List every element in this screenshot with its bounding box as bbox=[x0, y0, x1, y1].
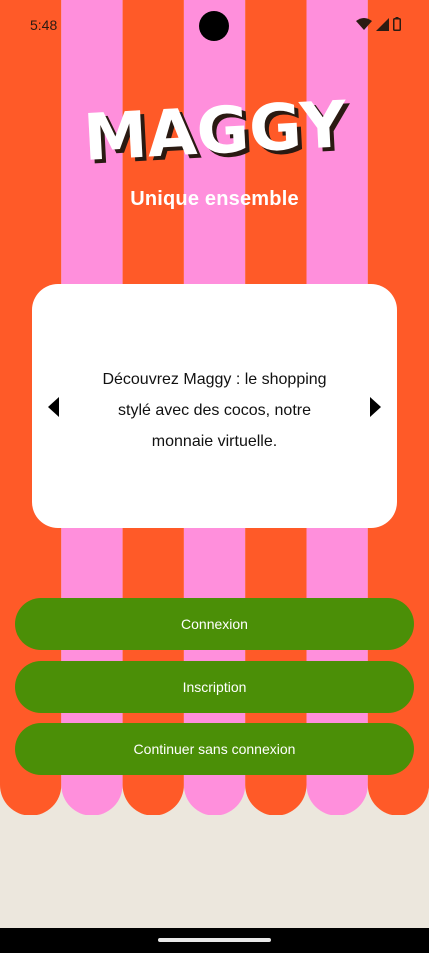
status-time: 5:48 bbox=[30, 17, 58, 33]
gesture-nav-handle[interactable] bbox=[158, 938, 271, 942]
continue-without-login-button[interactable]: Continuer sans connexion bbox=[15, 723, 414, 775]
signup-button[interactable]: Inscription bbox=[15, 661, 414, 713]
signal-icon bbox=[376, 17, 389, 31]
logo-wordmark: MAGGY MAGGY bbox=[81, 88, 353, 179]
app-screen: 5:48 MAGGY MAGGY Unique ensemble Découvr… bbox=[0, 0, 429, 928]
tagline: Unique ensemble bbox=[130, 188, 299, 210]
battery-icon bbox=[393, 17, 401, 31]
onboarding-carousel-card: Découvrez Maggy : le shopping stylé avec… bbox=[32, 284, 397, 528]
svg-text:MAGGY: MAGGY bbox=[81, 95, 348, 167]
chevron-left-icon[interactable] bbox=[48, 397, 59, 417]
camera-cutout bbox=[199, 11, 229, 41]
carousel-slide-text: Découvrez Maggy : le shopping stylé avec… bbox=[102, 371, 327, 450]
maggy-logo: MAGGY MAGGY bbox=[0, 88, 429, 179]
status-icons bbox=[356, 17, 401, 31]
wifi-icon bbox=[356, 18, 372, 30]
status-bar: 5:48 bbox=[0, 0, 429, 52]
chevron-right-icon[interactable] bbox=[370, 397, 381, 417]
login-button[interactable]: Connexion bbox=[15, 598, 414, 650]
